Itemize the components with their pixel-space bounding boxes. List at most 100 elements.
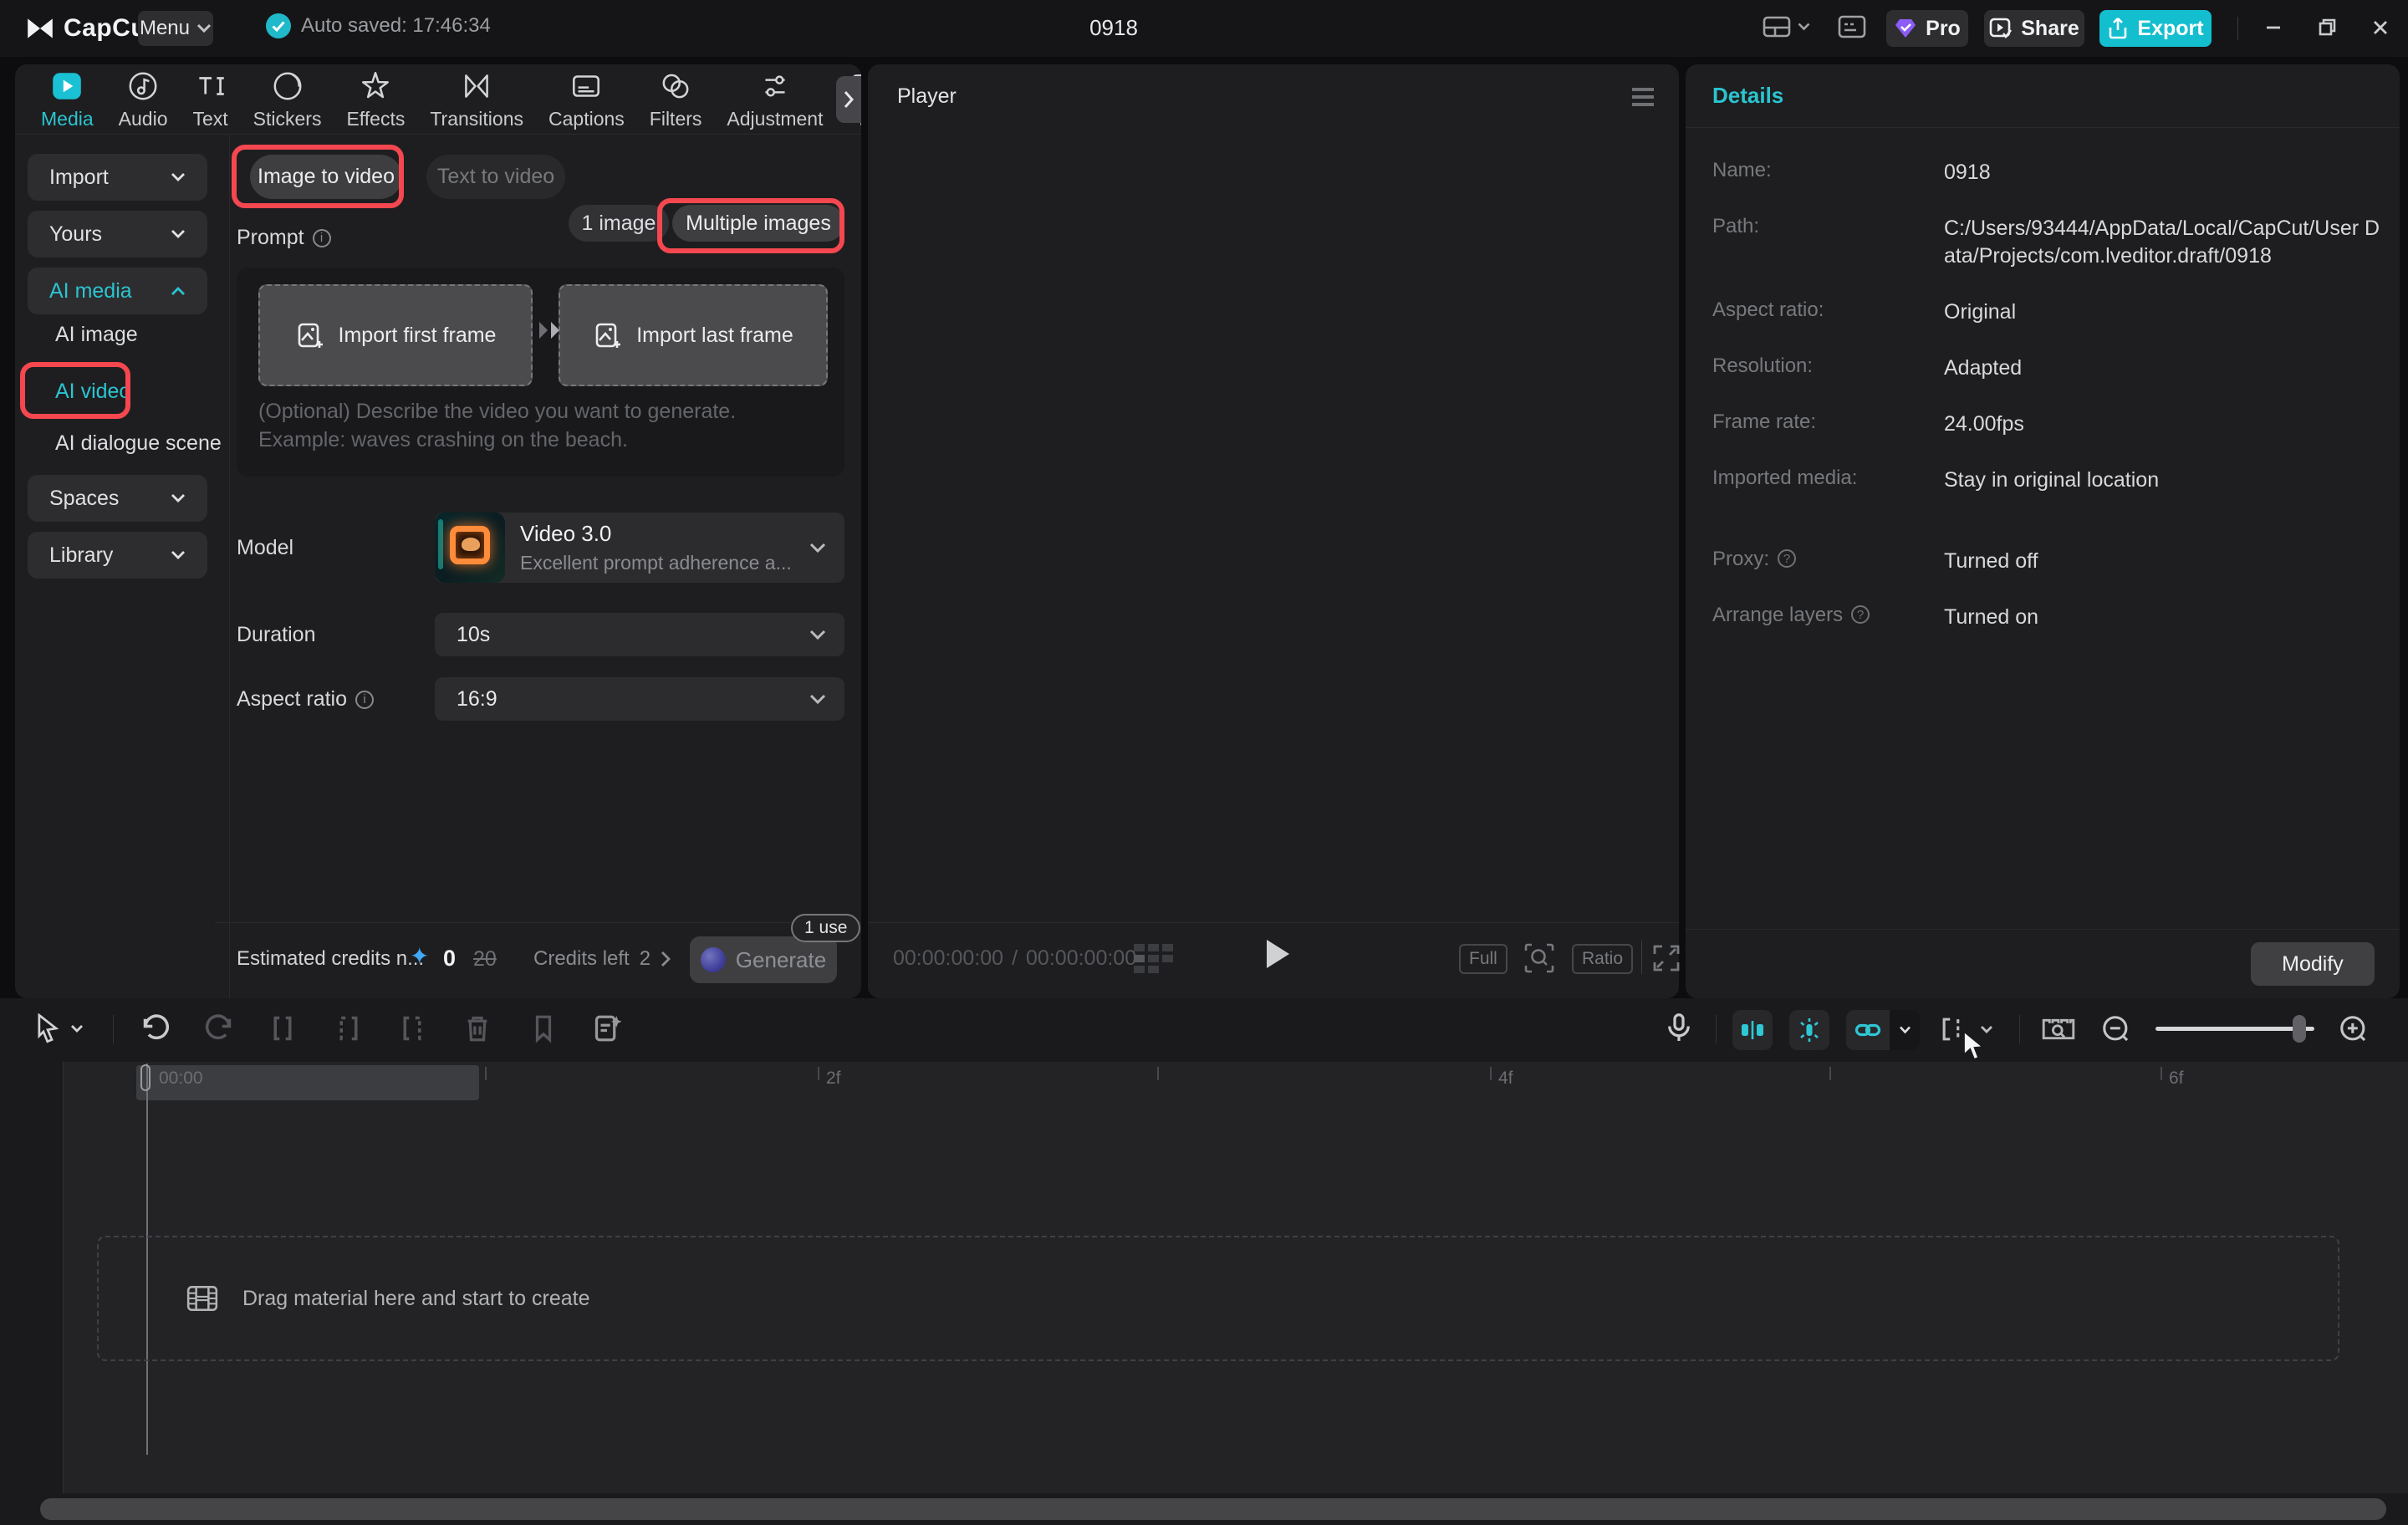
sidebar-item-ai-image[interactable]: AI image	[55, 318, 138, 351]
capcut-logo-icon	[25, 16, 55, 41]
info-icon[interactable]: i	[355, 691, 374, 709]
prompt-placeholder-line1: (Optional) Describe the video you want t…	[258, 400, 736, 424]
mark-button[interactable]	[527, 1012, 560, 1049]
timeline-preview-button[interactable]	[2040, 1013, 2077, 1049]
sidebar-item-library[interactable]: Library	[28, 532, 207, 579]
zoom-out-icon	[2100, 1013, 2132, 1045]
help-icon[interactable]: ?	[1778, 549, 1796, 568]
model-name: Video 3.0	[520, 521, 792, 547]
doc-sparkle-icon	[590, 1012, 624, 1045]
chevron-down-icon	[171, 229, 186, 239]
tab-media[interactable]: Media	[28, 69, 106, 130]
redo-button[interactable]	[202, 1012, 236, 1049]
chevron-down-icon	[196, 23, 212, 33]
export-button[interactable]: Export	[2099, 10, 2212, 47]
tab-stickers[interactable]: Stickers	[241, 69, 334, 130]
chevron-down-icon	[809, 543, 826, 553]
media-tab-bar: Media Audio Text	[15, 64, 861, 135]
play-button[interactable]	[1263, 937, 1292, 975]
tab-text-to-video[interactable]: Text to video	[426, 155, 565, 199]
delete-right-icon	[395, 1012, 429, 1045]
zoom-preview-button[interactable]	[1523, 942, 1555, 978]
zoom-slider-handle[interactable]	[2293, 1015, 2306, 1043]
sidebar-item-spaces[interactable]: Spaces	[28, 475, 207, 522]
record-voiceover-button[interactable]	[1662, 1012, 1696, 1049]
duration-dropdown[interactable]: 10s	[435, 613, 844, 656]
tab-filters[interactable]: Filters	[637, 69, 715, 130]
top-bar: CapCut Menu Auto saved: 17:46:34 0918	[0, 0, 2408, 57]
credits-left-link[interactable]: Credits left 2	[533, 947, 671, 971]
model-info: Video 3.0 Excellent prompt adherence a..…	[520, 521, 792, 574]
link-clips-toggle[interactable]	[1846, 1010, 1920, 1050]
import-first-frame-button[interactable]: Import first frame	[258, 284, 533, 386]
tab-effects[interactable]: Effects	[334, 69, 417, 130]
generate-button[interactable]: Generate	[690, 936, 837, 983]
playhead-handle[interactable]	[140, 1064, 150, 1091]
tab-text[interactable]: Text	[180, 69, 240, 130]
help-icon[interactable]: ?	[1851, 605, 1870, 624]
chevron-down-icon	[1899, 1026, 1911, 1034]
aspect-ratio-dropdown[interactable]: 16:9	[435, 677, 844, 721]
delete-right-button[interactable]	[395, 1012, 429, 1049]
delete-left-button[interactable]	[332, 1012, 365, 1049]
image-add-icon	[593, 320, 623, 350]
ruler-tick-minor	[485, 1067, 487, 1080]
ruler-label-2f: 2f	[826, 1069, 841, 1089]
ruler-label-4f: 4f	[1498, 1069, 1513, 1089]
zoom-in-button[interactable]	[2338, 1013, 2370, 1049]
share-button[interactable]: Share	[1984, 10, 2084, 47]
detail-row-resolution: Resolution: Adapted	[1712, 354, 2381, 382]
zoom-out-button[interactable]	[2100, 1013, 2132, 1049]
ruler-tick-minor	[1829, 1067, 1831, 1080]
smart-doc-button[interactable]	[590, 1012, 624, 1049]
tab-captions[interactable]: Captions	[536, 69, 637, 130]
auto-snap-toggle[interactable]	[1732, 1010, 1773, 1050]
pro-button[interactable]: Pro	[1886, 10, 1968, 47]
sidebar-divider	[229, 135, 230, 998]
split-button[interactable]	[266, 1012, 299, 1049]
delete-left-icon	[332, 1012, 365, 1045]
modify-button[interactable]: Modify	[2251, 942, 2375, 986]
undo-button[interactable]	[139, 1012, 172, 1049]
timeline-dropzone[interactable]: Drag material here and start to create	[97, 1236, 2339, 1361]
info-icon[interactable]: i	[313, 229, 331, 247]
select-tool-button[interactable]	[33, 1013, 84, 1043]
filters-icon	[658, 69, 693, 104]
maximize-button[interactable]	[2314, 15, 2339, 44]
details-header-divider	[1686, 127, 2400, 128]
sidebar-item-yours[interactable]: Yours	[28, 211, 207, 258]
delete-button[interactable]	[461, 1012, 494, 1049]
import-last-frame-button[interactable]: Import last frame	[559, 284, 828, 386]
autosave-status: Auto saved: 17:46:34	[266, 13, 491, 38]
tab-transitions[interactable]: Transitions	[417, 69, 536, 130]
close-button[interactable]	[2368, 15, 2393, 44]
generate-blob-icon	[701, 947, 726, 972]
full-quality-button[interactable]: Full	[1459, 944, 1508, 974]
layout-switch-button[interactable]	[1763, 15, 1810, 38]
sidebar-item-import[interactable]: Import	[28, 154, 207, 201]
ratio-button[interactable]: Ratio	[1572, 944, 1633, 974]
sidebar-item-ai-dialogue-scene[interactable]: AI dialogue scene	[55, 426, 222, 460]
tabbar-scroll-right-button[interactable]	[836, 76, 861, 123]
model-dropdown[interactable]: Video 3.0 Excellent prompt adherence a..…	[435, 513, 844, 583]
microphone-icon	[1662, 1012, 1696, 1045]
mode-1-image-button[interactable]: 1 image	[569, 205, 669, 242]
menu-button[interactable]: Menu	[138, 11, 213, 46]
tab-audio[interactable]: Audio	[106, 69, 181, 130]
minimize-button[interactable]	[2261, 15, 2286, 44]
preview-axis-toggle[interactable]	[1789, 1010, 1829, 1050]
sidebar-item-ai-media[interactable]: AI media	[28, 268, 207, 314]
toolbar-divider	[1716, 1015, 1717, 1043]
panel-notes-button[interactable]	[1838, 15, 1866, 38]
timeline-zoom-slider[interactable]	[2155, 1027, 2314, 1031]
duration-label: Duration	[237, 623, 316, 647]
audio-icon	[125, 69, 161, 104]
timeline-horizontal-scrollbar[interactable]	[40, 1498, 2386, 1520]
prompt-input-area[interactable]: Import first frame Import last frame (Op…	[237, 268, 844, 477]
tab-adjustment[interactable]: Adjustment	[714, 69, 835, 130]
ruler-tick	[818, 1067, 819, 1080]
toolbar-divider	[2019, 1015, 2020, 1043]
split-icon	[266, 1012, 299, 1045]
fullscreen-button[interactable]	[1652, 944, 1681, 977]
player-menu-button[interactable]	[1630, 86, 1656, 112]
